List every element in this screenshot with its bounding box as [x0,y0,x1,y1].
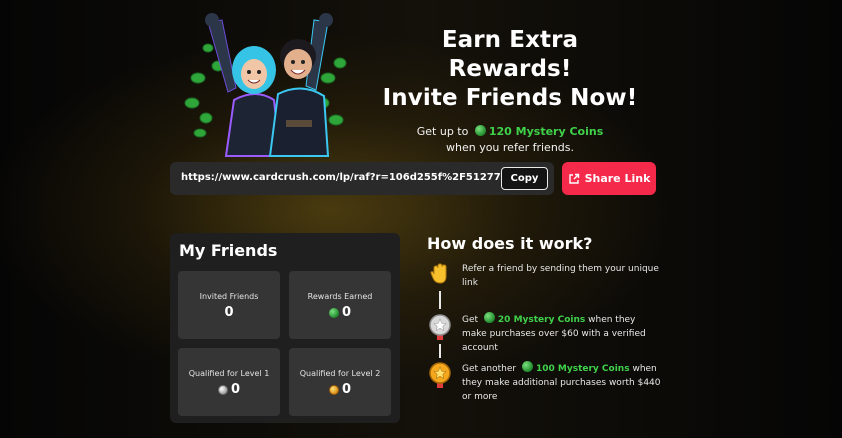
my-friends-title: My Friends [179,241,278,260]
stat-value-row: 0 [289,305,391,320]
silver-medal-icon [429,314,451,340]
stat-qualified-level-1: Qualified for Level 1 0 [178,348,280,416]
stat-label: Rewards Earned [307,292,373,301]
share-link-label: Share Link [584,172,651,185]
stat-value-row: 0 [289,382,391,397]
how-it-works-title: How does it work? [427,234,593,253]
stat-value: 0 [224,305,234,320]
gold-coin-icon [328,384,339,395]
step-connector [439,291,441,309]
step3-highlight: 100 Mystery Coins [535,364,630,374]
stat-label: Invited Friends [199,292,259,301]
my-friends-panel: My Friends Invited Friends 0 Rewards Ear… [170,233,400,423]
step-refer-friend: Refer a friend by sending them your uniq… [462,264,659,288]
gold-medal-icon [429,362,451,388]
stat-rewards-earned: Rewards Earned 0 [289,271,391,339]
mystery-coin-icon [521,361,533,372]
hero-title-line2: Invite Friends Now! [382,85,638,111]
mystery-coin-icon [483,312,495,323]
waving-hand-icon [430,263,447,284]
step-level-2: Get another 100 Mystery Coins when they … [462,361,662,404]
stat-label: Qualified for Level 2 [299,369,381,378]
step2-highlight: 20 Mystery Coins [497,315,586,325]
hero-subtitle: Get up to 120 Mystery Coins when you ref… [380,124,640,156]
step2-prefix: Get [462,315,479,325]
hero-title: Earn Extra Rewards! Invite Friends Now! [380,26,640,113]
hero-text: Earn Extra Rewards! Invite Friends Now! … [380,26,640,156]
hero-sub-prefix: Get up to [416,125,469,138]
step3-prefix: Get another [462,364,517,374]
stat-value-row: 0 [178,382,280,397]
stat-value: 0 [341,305,352,320]
stat-invited-friends: Invited Friends 0 [178,271,280,339]
hero-sub-line2: when you refer friends. [445,141,575,154]
step-connector [439,344,441,358]
stat-qualified-level-2: Qualified for Level 2 0 [289,348,391,416]
referral-link-text[interactable]: https://www.cardcrush.com/lp/raf?r=106d2… [181,172,522,183]
hero-sub-highlight: 120 Mystery Coins [488,125,604,138]
referral-link-bar: https://www.cardcrush.com/lp/raf?r=106d2… [170,162,554,195]
stat-value: 0 [230,382,241,397]
stat-value: 0 [341,382,352,397]
stat-value-row: 0 [178,305,280,320]
step-level-1: Get 20 Mystery Coins when they make purc… [462,312,662,355]
silver-coin-icon [217,384,228,395]
hero-illustration [184,13,347,157]
copy-button[interactable]: Copy [501,167,548,190]
mystery-coin-icon [474,125,486,136]
stat-label: Qualified for Level 1 [188,369,270,378]
share-link-button[interactable]: Share Link [562,162,656,195]
green-coin-icon [328,307,339,318]
hero-title-line1: Earn Extra Rewards! [441,27,579,82]
share-icon [568,173,579,184]
